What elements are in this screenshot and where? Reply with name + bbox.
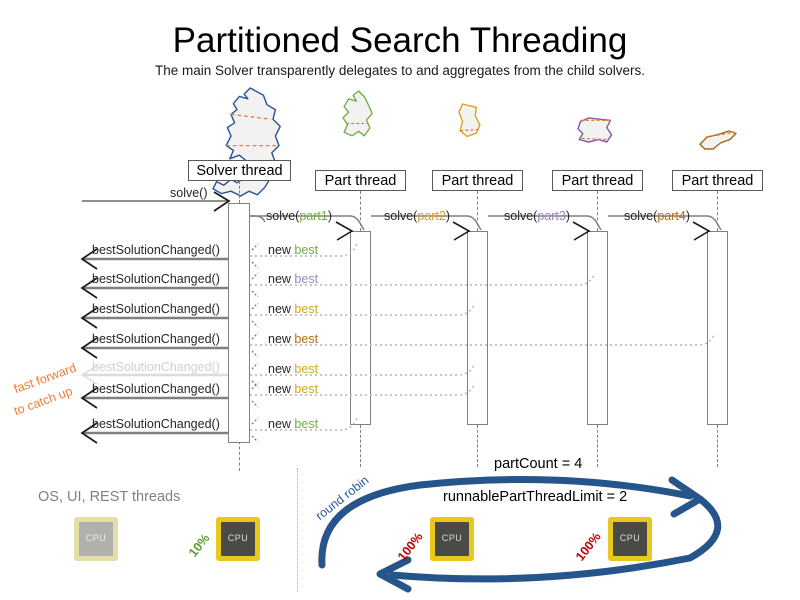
cpu-label: CPU	[221, 522, 255, 556]
cpu-chip-os: CPU	[216, 517, 260, 561]
cpu-label: CPU	[613, 522, 647, 556]
cpu-label: CPU	[79, 522, 113, 556]
round-robin-arrows-layer	[318, 476, 722, 593]
diagram-canvas: Partitioned Search Threading The main So…	[0, 0, 800, 600]
cpu-label: CPU	[435, 522, 469, 556]
cpu-chip-part-left: CPU	[430, 517, 474, 561]
cpu-chip-part-right: CPU	[608, 517, 652, 561]
cpu-chip-idle: CPU	[74, 517, 118, 561]
